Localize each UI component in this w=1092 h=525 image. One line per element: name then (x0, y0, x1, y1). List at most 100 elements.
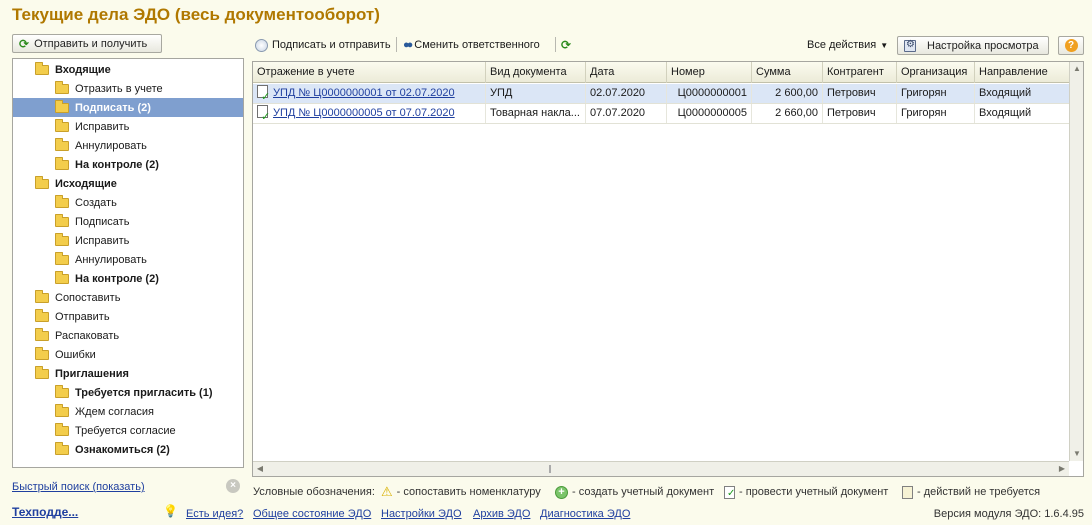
column-header[interactable]: Направление (975, 62, 1071, 83)
legend-title: Условные обозначения: (253, 485, 375, 499)
tree-item[interactable]: Исправить (13, 231, 243, 250)
horizontal-scrollbar[interactable]: ◀ ▶ (253, 461, 1069, 476)
table-cell: УПД (486, 84, 586, 103)
folder-icon (55, 270, 69, 284)
sign-icon (255, 38, 268, 52)
tree-item[interactable]: На контроле (2) (13, 155, 243, 174)
document-link[interactable]: УПД № Ц0000000005 от 07.07.2020 (273, 107, 455, 119)
tree-item[interactable]: Подписать (2) (13, 98, 243, 117)
clear-icon[interactable]: × (226, 479, 240, 493)
table-cell: Входящий (975, 104, 1071, 123)
tree-item[interactable]: Аннулировать (13, 250, 243, 269)
table-cell: Ц0000000005 (667, 104, 752, 123)
no-action-icon (902, 485, 913, 499)
tree-item[interactable]: Создать (13, 193, 243, 212)
tree-item-label: Аннулировать (75, 139, 147, 152)
tree-item[interactable]: Входящие (13, 60, 243, 79)
toolbar-divider (396, 37, 397, 52)
refresh-button[interactable]: ⟳ (561, 37, 571, 53)
legend-item: ⚠ - сопоставить номенклатуру (381, 484, 541, 499)
tree-item[interactable]: Аннулировать (13, 136, 243, 155)
tech-support-link[interactable]: Техподде... (12, 505, 78, 519)
tree-item[interactable]: На контроле (2) (13, 269, 243, 288)
folder-tree[interactable]: Входящие Отразить в учете Подписать (2) Исп… (12, 58, 244, 468)
folder-icon (35, 289, 49, 303)
tree-item[interactable]: Сопоставить (13, 288, 243, 307)
folder-icon (55, 137, 69, 151)
column-header[interactable]: Дата (586, 62, 667, 83)
tree-item[interactable]: Отправить (13, 307, 243, 326)
column-header[interactable]: Отражение в учете (253, 62, 486, 83)
folder-icon (35, 346, 49, 360)
refresh-icon: ⟳ (19, 36, 30, 51)
tree-item[interactable]: Распаковать (13, 326, 243, 345)
scroll-left-icon[interactable]: ◀ (253, 462, 267, 476)
tree-item[interactable]: Ознакомиться (2) (13, 440, 243, 459)
change-responsible-button[interactable]: ●● Сменить ответственного (403, 37, 540, 53)
folder-icon (55, 194, 69, 208)
tree-item-label: Исходящие (55, 177, 117, 190)
send-receive-button[interactable]: ⟳ Отправить и получить (12, 34, 162, 53)
people-icon: ●● (403, 39, 413, 51)
legend-item: - провести учетный документ (724, 485, 888, 499)
folder-icon (55, 251, 69, 265)
tree-item-label: Входящие (55, 63, 111, 76)
sign-send-button[interactable]: Подписать и отправить (255, 37, 391, 53)
toolbar-divider (555, 37, 556, 52)
idea-link[interactable]: Есть идея? (186, 508, 243, 520)
module-version: Версия модуля ЭДО: 1.6.4.95 (933, 508, 1084, 520)
folder-icon (55, 213, 69, 227)
folder-icon (55, 384, 69, 398)
document-icon (257, 105, 270, 123)
tree-item[interactable]: Ошибки (13, 345, 243, 364)
legend-label: - провести учетный документ (739, 486, 889, 498)
edo-status-link[interactable]: Общее состояние ЭДО (253, 508, 371, 520)
table-cell: 02.07.2020 (586, 84, 667, 103)
tree-item[interactable]: Отразить в учете (13, 79, 243, 98)
view-settings-button[interactable]: Настройка просмотра (897, 36, 1049, 55)
scroll-grip[interactable] (549, 465, 551, 473)
help-button[interactable]: ? (1058, 36, 1084, 55)
tree-item[interactable]: Приглашения (13, 364, 243, 383)
table-cell[interactable]: УПД № Ц0000000001 от 02.07.2020 (253, 84, 486, 103)
tree-item-label: Требуется пригласить (1) (75, 386, 213, 399)
folder-icon (35, 61, 49, 75)
document-link[interactable]: УПД № Ц0000000001 от 02.07.2020 (273, 87, 455, 99)
tree-item[interactable]: Требуется пригласить (1) (13, 383, 243, 402)
change-responsible-label: Сменить ответственного (414, 39, 540, 51)
scroll-down-icon[interactable]: ▼ (1070, 447, 1083, 461)
folder-icon (55, 80, 69, 94)
column-header[interactable]: Номер (667, 62, 752, 83)
scroll-up-icon[interactable]: ▲ (1070, 62, 1083, 76)
tree-item[interactable]: Ждем согласия (13, 402, 243, 421)
tree-item-label: Приглашения (55, 367, 129, 380)
tree-item-label: Исправить (75, 234, 130, 247)
column-header[interactable]: Организация (897, 62, 975, 83)
quick-search-link[interactable]: Быстрый поиск (показать) (12, 481, 145, 493)
tree-item-label: Ждем согласия (75, 405, 154, 418)
tree-item[interactable]: Исправить (13, 117, 243, 136)
help-icon: ? (1064, 39, 1078, 52)
table-cell[interactable]: УПД № Ц0000000005 от 07.07.2020 (253, 104, 486, 123)
edo-diagnostics-link[interactable]: Диагностика ЭДО (540, 508, 630, 520)
edo-settings-link[interactable]: Настройки ЭДО (381, 508, 462, 520)
table-cell: 2 660,00 (752, 104, 823, 123)
column-header[interactable]: Контрагент (823, 62, 897, 83)
vertical-scrollbar[interactable]: ▲ ▼ (1069, 62, 1083, 461)
table-row[interactable]: УПД № Ц0000000005 от 07.07.2020 Товарная … (253, 104, 1071, 124)
all-actions-menu[interactable]: Все действия ▼ (807, 37, 888, 53)
documents-grid[interactable]: Отражение в учете Вид документа Дата Номер С… (252, 61, 1084, 477)
tree-item[interactable]: Исходящие (13, 174, 243, 193)
column-header[interactable]: Вид документа (486, 62, 586, 83)
tree-item[interactable]: Требуется согласие (13, 421, 243, 440)
table-row[interactable]: УПД № Ц0000000001 от 02.07.2020 УПД02.07.… (253, 84, 1071, 104)
folder-icon (55, 441, 69, 455)
tree-item[interactable]: Подписать (13, 212, 243, 231)
folder-icon (55, 232, 69, 246)
scroll-right-icon[interactable]: ▶ (1055, 462, 1069, 476)
edo-archive-link[interactable]: Архив ЭДО (473, 508, 530, 520)
column-header[interactable]: Сумма (752, 62, 823, 83)
document-icon (257, 85, 270, 103)
folder-icon (35, 308, 49, 322)
folder-icon (55, 403, 69, 417)
